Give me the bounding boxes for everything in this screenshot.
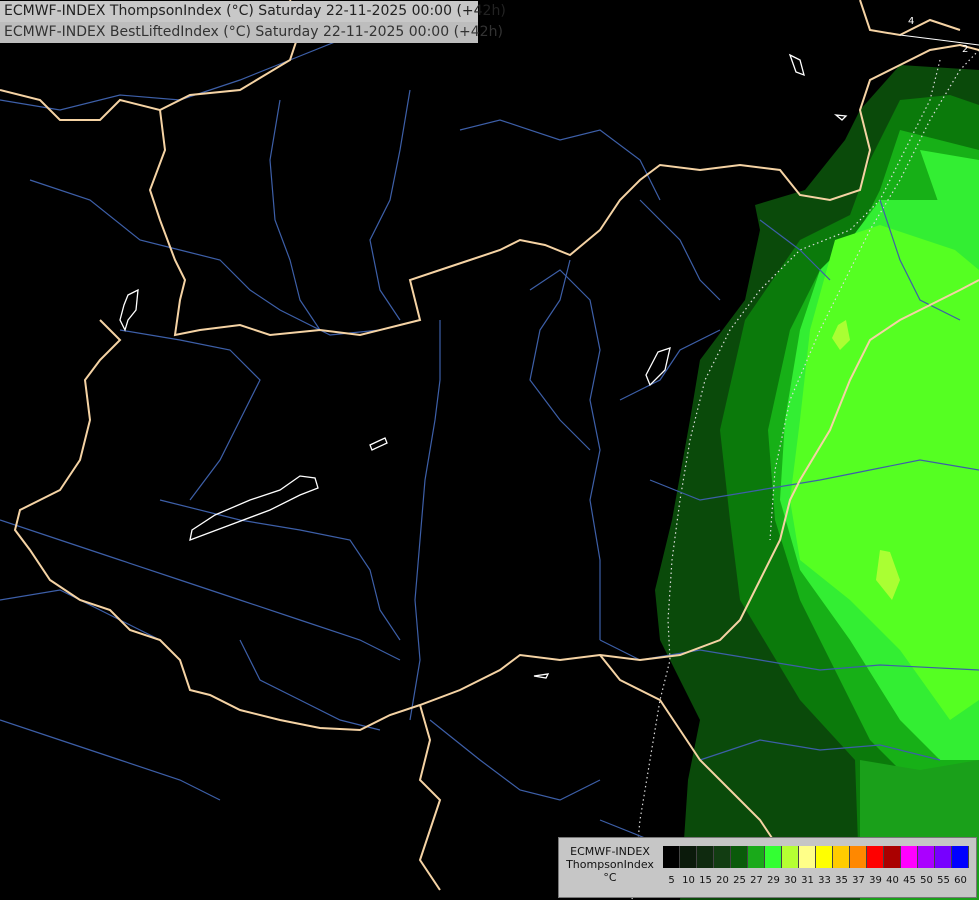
legend-swatch [748,846,765,868]
legend-swatch [714,846,731,868]
legend-swatch [918,846,935,868]
legend-swatch [680,846,697,868]
legend-tick-label: 20 [716,875,729,886]
legend-swatch [850,846,867,868]
legend-swatch [799,846,816,868]
legend-swatch [884,846,901,868]
legend-tick-label: 37 [852,875,865,886]
legend-tick-label: 15 [699,875,712,886]
legend-tick-label: 60 [954,875,967,886]
legend-swatch [663,846,680,868]
legend-color-scale [663,846,969,868]
map-title-primary: ECMWF-INDEX ThompsonIndex (°C) Saturday … [0,1,506,22]
legend-tick-label: 29 [767,875,780,886]
legend-title: ECMWF-INDEX ThompsonIndex °C [561,845,659,884]
legend-tick-label: 50 [920,875,933,886]
legend-swatch [782,846,799,868]
legend-tick-label: 31 [801,875,814,886]
legend-tick-label: 40 [886,875,899,886]
weather-map [0,0,979,900]
contour-label-2: 2 [962,44,969,55]
legend-title-line: ECMWF-INDEX [570,845,650,858]
legend-swatch [901,846,918,868]
legend-tick-labels: 5 10 15 20 25 27 29 30 31 33 35 37 39 40 45 50 55 60 [663,875,969,886]
map-title-secondary: ECMWF-INDEX BestLiftedIndex (°C) Saturda… [0,22,503,43]
legend-swatch [833,846,850,868]
legend-title-line: ThompsonIndex [566,858,654,871]
legend-swatch [731,846,748,868]
legend-tick-label: 35 [835,875,848,886]
legend-swatch [867,846,884,868]
legend: ECMWF-INDEX ThompsonIndex °C 5 10 15 20 25 27… [558,837,977,898]
legend-tick-label: 27 [750,875,763,886]
legend-tick-label: 55 [937,875,950,886]
contour-label-4: 4 [908,16,915,27]
legend-swatch [952,846,969,868]
legend-tick-label: 25 [733,875,746,886]
legend-tick-label: 10 [682,875,695,886]
legend-tick-label: 33 [818,875,831,886]
legend-swatch [935,846,952,868]
legend-swatch [816,846,833,868]
legend-swatch [697,846,714,868]
legend-tick-label: 5 [668,875,675,886]
legend-swatch [765,846,782,868]
legend-title-line: °C [603,871,617,884]
legend-tick-label: 39 [869,875,882,886]
legend-tick-label: 45 [903,875,916,886]
legend-tick-label: 30 [784,875,797,886]
